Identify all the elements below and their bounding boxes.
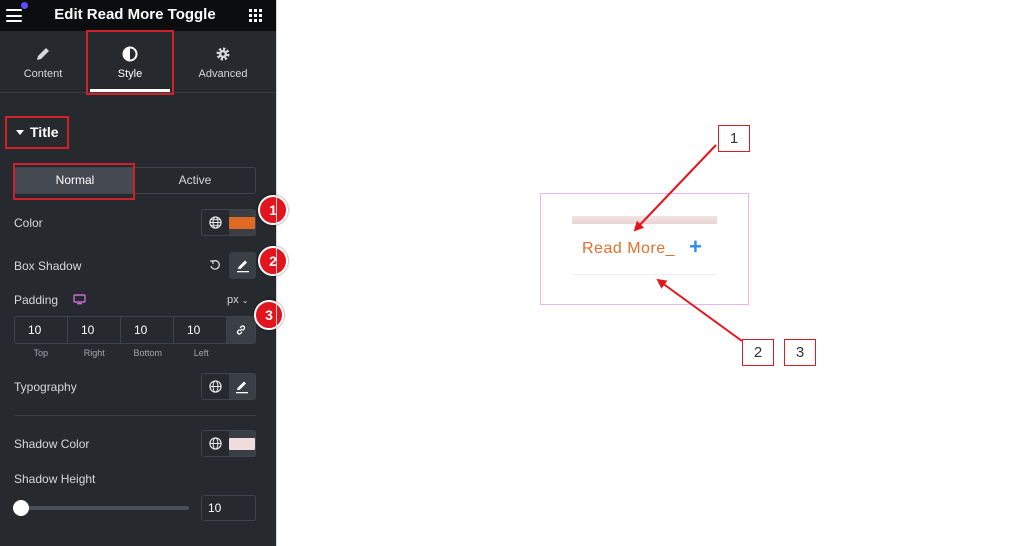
arrow-1 xyxy=(633,144,717,232)
annotation-arrows xyxy=(633,144,743,342)
arrow-2 xyxy=(656,278,743,342)
